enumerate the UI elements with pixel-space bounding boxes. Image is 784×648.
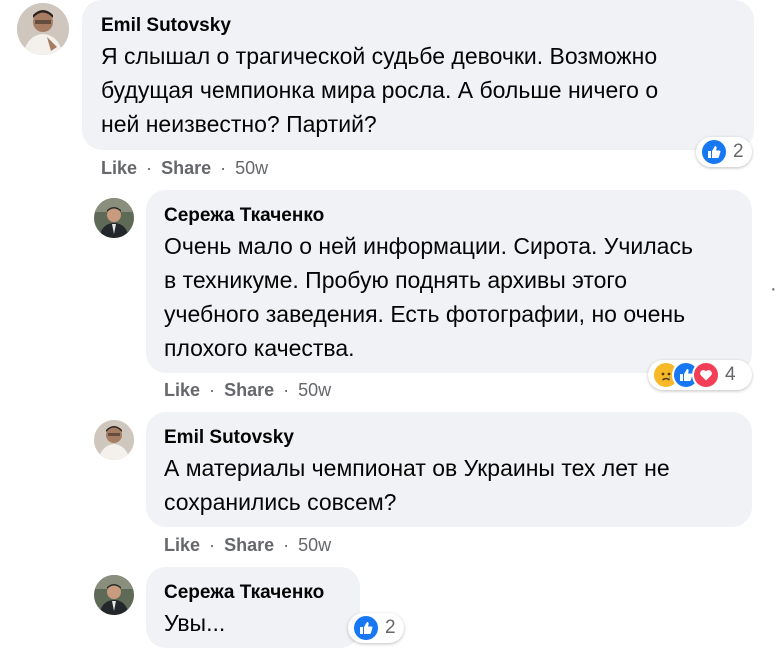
share-link[interactable]: Share: [161, 158, 211, 178]
comment-author[interactable]: Emil Sutovsky: [164, 427, 294, 449]
comment-text-line: сохранились совсем?: [164, 489, 397, 515]
comment-author[interactable]: Emil Sutovsky: [101, 15, 231, 37]
reaction-summary[interactable]: 2: [696, 137, 752, 167]
comment-bubble: Emil Sutovsky Я слышал о трагической суд…: [82, 0, 754, 150]
comment-text: Увы...: [164, 606, 225, 640]
thumbs-up-icon: [352, 614, 380, 642]
comment-text-line: А материалы чемпионат ов Украины тех лет…: [164, 455, 670, 481]
reaction-summary[interactable]: 2: [348, 613, 404, 643]
reaction-count: 4: [725, 364, 736, 385]
comment-bubble: Сережа Ткаченко Увы...: [146, 567, 360, 648]
avatar-emil[interactable]: [94, 420, 134, 460]
like-link[interactable]: Like: [164, 535, 200, 555]
share-link[interactable]: Share: [224, 380, 274, 400]
comment-text-line: учебного заведения. Есть фотографии, но …: [164, 301, 686, 327]
comment-actions: Like · Share · 50w: [164, 535, 331, 556]
separator: ·: [146, 158, 153, 178]
comment-actions: Like · Share · 50w: [101, 158, 268, 179]
comment-text-line: плохого качества.: [164, 335, 355, 361]
comment-text-line: Увы...: [164, 610, 226, 636]
heart-icon: [692, 361, 720, 389]
like-link[interactable]: Like: [101, 158, 137, 178]
comment-text-line: ней неизвестно? Партий?: [101, 111, 377, 137]
share-link[interactable]: Share: [224, 535, 274, 555]
comment-text: А материалы чемпионат ов Украины тех лет…: [164, 451, 670, 519]
comment-text-line: в техникуме. Пробую поднять архивы этого: [164, 267, 628, 293]
thumbs-up-icon: [700, 138, 728, 166]
comment-text: Я слышал о трагической судьбе девочки. В…: [101, 39, 658, 141]
comment-actions: Like · Share · 50w: [164, 380, 331, 401]
comment-text-line: Я слышал о трагической судьбе девочки. В…: [101, 43, 658, 69]
reaction-count: 2: [733, 141, 744, 162]
comment-bubble: Сережа Ткаченко Очень мало о ней информа…: [146, 190, 752, 373]
comment-text-line: будущая чемпионка мира росла. А больше н…: [101, 77, 659, 103]
separator: ·: [209, 535, 216, 555]
avatar-serezha[interactable]: [94, 575, 134, 615]
separator: ·: [209, 380, 216, 400]
reaction-summary[interactable]: 4: [648, 360, 752, 390]
like-link[interactable]: Like: [164, 380, 200, 400]
comment-text: Очень мало о ней информации. Сирота. Учи…: [164, 229, 693, 365]
timestamp-link[interactable]: 50w: [235, 158, 268, 178]
separator: ·: [283, 535, 290, 555]
reaction-count: 2: [385, 617, 396, 638]
separator: ·: [220, 158, 227, 178]
comment-author[interactable]: Сережа Ткаченко: [164, 582, 324, 604]
separator: ·: [283, 380, 290, 400]
more-options-icon[interactable]: ·: [770, 278, 777, 301]
timestamp-link[interactable]: 50w: [298, 535, 331, 555]
avatar-emil[interactable]: [17, 3, 69, 55]
timestamp-link[interactable]: 50w: [298, 380, 331, 400]
comment-author[interactable]: Сережа Ткаченко: [164, 205, 324, 227]
comment-bubble: Emil Sutovsky А материалы чемпионат ов У…: [146, 412, 752, 527]
avatar-serezha[interactable]: [94, 198, 134, 238]
comment-text-line: Очень мало о ней информации. Сирота. Учи…: [164, 233, 693, 259]
